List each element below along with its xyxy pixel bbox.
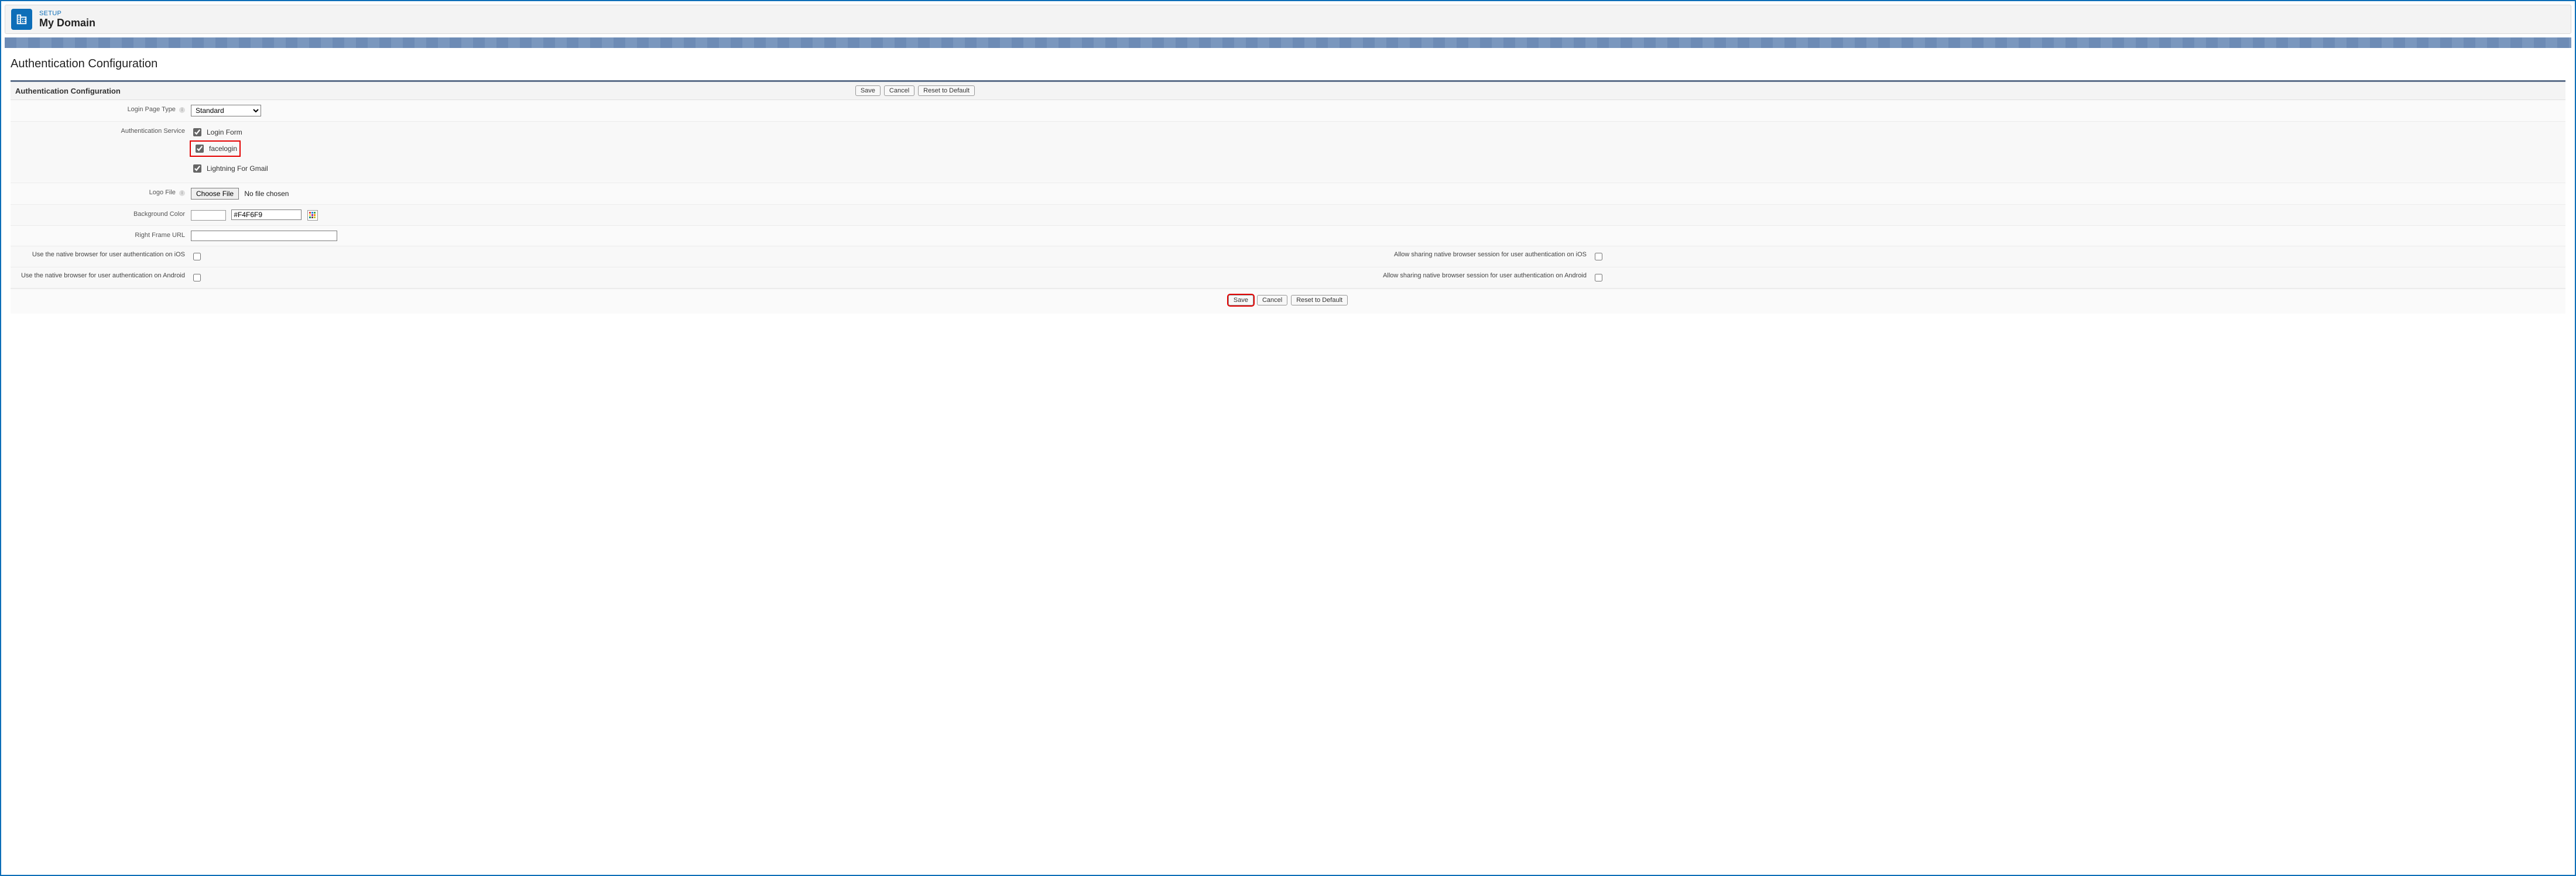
field-right-frame-url (191, 231, 2561, 241)
checkbox-login-form[interactable] (193, 128, 201, 136)
choose-file-button[interactable]: Choose File (191, 188, 239, 200)
palette-icon (309, 212, 316, 218)
checkbox-allow-share-android[interactable] (1595, 274, 1602, 281)
decorative-strip (5, 37, 2571, 48)
checkbox-native-android[interactable] (193, 274, 201, 281)
checkbox-native-ios[interactable] (193, 253, 201, 260)
pair-native-android: Use the native browser for user authenti… (15, 272, 1288, 283)
footer-cancel-button[interactable]: Cancel (1257, 295, 1287, 305)
section-header: Authentication Configuration Save Cancel… (11, 82, 2565, 100)
checkbox-label: Login Form (207, 128, 242, 136)
row-android: Use the native browser for user authenti… (11, 267, 2565, 288)
file-status: No file chosen (244, 190, 289, 198)
color-picker-button[interactable] (307, 210, 318, 221)
footer-button-row: Save Cancel Reset to Default (11, 288, 2565, 314)
info-icon[interactable]: i (179, 190, 185, 196)
info-icon[interactable]: i (179, 107, 185, 113)
label-right-frame-url: Right Frame URL (15, 231, 191, 241)
label-background-color: Background Color (15, 209, 191, 221)
label-text: Logo File (149, 189, 176, 196)
label-allow-share-android: Allow sharing native browser session for… (1288, 272, 1592, 279)
label-auth-service: Authentication Service (15, 126, 191, 178)
row-logo-file: Logo File i Choose File No file chosen (11, 183, 2565, 205)
row-ios: Use the native browser for user authenti… (11, 246, 2565, 267)
checkbox-lightning-gmail[interactable] (193, 164, 201, 173)
login-page-type-select[interactable]: Standard (191, 105, 261, 116)
checkbox-label: facelogin (209, 145, 237, 153)
pair-native-ios: Use the native browser for user authenti… (15, 251, 1288, 262)
checkbox-facelogin[interactable] (196, 145, 204, 153)
field-login-page-type: Standard (191, 105, 2561, 116)
checkbox-allow-share-ios[interactable] (1595, 253, 1602, 260)
page-header: SETUP My Domain (5, 5, 2571, 34)
color-swatch (191, 210, 226, 221)
section-button-row: Save Cancel Reset to Default (855, 85, 975, 96)
field-background-color (191, 209, 2561, 221)
row-background-color: Background Color (11, 205, 2565, 226)
page-title: Authentication Configuration (11, 54, 2565, 80)
pair-allow-share-android: Allow sharing native browser session for… (1288, 272, 2561, 283)
label-logo-file: Logo File i (15, 188, 191, 200)
label-text: Login Page Type (128, 106, 176, 113)
label-login-page-type: Login Page Type i (15, 105, 191, 116)
auth-option-lightning-gmail: Lightning For Gmail (191, 163, 2561, 174)
reset-button[interactable]: Reset to Default (918, 85, 975, 96)
header-eyebrow: SETUP (39, 10, 95, 17)
label-native-android: Use the native browser for user authenti… (15, 272, 191, 279)
checkbox-label: Lightning For Gmail (207, 164, 268, 173)
background-color-input[interactable] (231, 209, 302, 220)
header-labels: SETUP My Domain (39, 10, 95, 29)
label-allow-share-ios: Allow sharing native browser session for… (1288, 251, 1592, 258)
domain-icon (11, 9, 32, 30)
auth-config-section: Authentication Configuration Save Cancel… (11, 80, 2565, 314)
content-area: Authentication Configuration Authenticat… (1, 48, 2575, 317)
row-auth-service: Authentication Service Login Form facelo… (11, 122, 2565, 183)
header-title: My Domain (39, 17, 95, 29)
save-button[interactable]: Save (855, 85, 881, 96)
right-frame-url-input[interactable] (191, 231, 337, 241)
auth-option-login-form: Login Form (191, 126, 2561, 138)
footer-reset-button[interactable]: Reset to Default (1291, 295, 1348, 305)
field-logo-file: Choose File No file chosen (191, 188, 2561, 200)
row-right-frame-url: Right Frame URL (11, 226, 2565, 246)
section-title: Authentication Configuration (15, 87, 855, 95)
cancel-button[interactable]: Cancel (884, 85, 914, 96)
auth-option-facelogin: facelogin (191, 142, 239, 156)
pair-allow-share-ios: Allow sharing native browser session for… (1288, 251, 2561, 262)
field-auth-service: Login Form facelogin Lightning For Gmail (191, 126, 2561, 178)
footer-save-button[interactable]: Save (1228, 295, 1253, 305)
row-login-page-type: Login Page Type i Standard (11, 100, 2565, 122)
label-native-ios: Use the native browser for user authenti… (15, 251, 191, 258)
